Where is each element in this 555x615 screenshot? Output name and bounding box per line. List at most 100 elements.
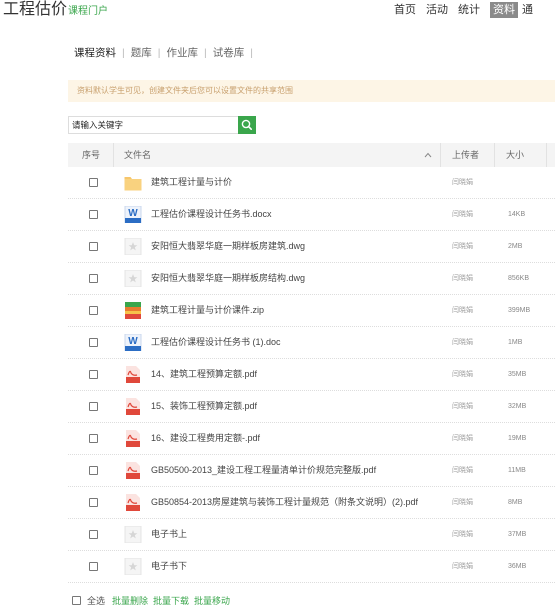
table-row[interactable]: 安阳恒大翡翠华庭一期样板房结构.dwg 闫晓娟 856KB xyxy=(68,263,555,295)
nav-more[interactable]: 通 xyxy=(522,2,533,18)
resource-tabs: 课程资料 | 题库 | 作业库 | 试卷库 | xyxy=(74,45,259,60)
row-checkbox[interactable] xyxy=(89,242,98,251)
tab-divider: | xyxy=(203,46,207,59)
zip-icon xyxy=(124,302,142,319)
tab-course-resources[interactable]: 课程资料 xyxy=(74,45,116,60)
file-name[interactable]: 安阳恒大翡翠华庭一期样板房建筑.dwg xyxy=(151,231,305,262)
svg-text:W: W xyxy=(128,336,138,347)
file-table: 序号 文件名 上传者 大小 建筑工程计量与计价 闫晓娟 W 工程估价课程设计任务书.d… xyxy=(68,143,555,583)
file-uploader: 闫晓娟 xyxy=(452,339,473,346)
star-file-icon xyxy=(124,525,142,544)
star-file-icon xyxy=(124,237,142,256)
file-uploader: 闫晓娟 xyxy=(452,563,473,570)
pdf-icon xyxy=(124,366,142,383)
svg-text:W: W xyxy=(128,208,138,219)
file-uploader: 闫晓娟 xyxy=(452,243,473,250)
table-row[interactable]: 建筑工程计量与计价课件.zip 闫晓娟 399MB xyxy=(68,295,555,327)
file-name[interactable]: 工程估价课程设计任务书 (1).doc xyxy=(151,327,281,358)
column-divider xyxy=(494,143,495,167)
file-size: 856KB xyxy=(508,275,530,282)
course-title-text: 工程估价 xyxy=(3,1,68,18)
row-checkbox[interactable] xyxy=(89,338,98,347)
header-filename[interactable]: 文件名 xyxy=(124,143,151,167)
pdf-icon xyxy=(124,494,142,511)
course-title[interactable]: 工程估价课程门户 xyxy=(3,0,108,22)
file-name[interactable]: 建筑工程计量与计价课件.zip xyxy=(151,295,264,326)
table-row[interactable]: 建筑工程计量与计价 闫晓娟 xyxy=(68,167,555,199)
header-index: 序号 xyxy=(82,150,101,160)
nav-activity[interactable]: 活动 xyxy=(426,2,448,18)
file-uploader: 闫晓娟 xyxy=(452,467,473,474)
file-name[interactable]: 电子书上 xyxy=(151,519,187,550)
search-bar xyxy=(68,116,256,134)
search-input[interactable] xyxy=(68,116,238,134)
table-row[interactable]: 安阳恒大翡翠华庭一期样板房建筑.dwg 闫晓娟 2MB xyxy=(68,231,555,263)
row-checkbox[interactable] xyxy=(89,434,98,443)
row-checkbox[interactable] xyxy=(89,210,98,219)
file-name[interactable]: 建筑工程计量与计价 xyxy=(151,167,232,198)
visibility-notice: 资料默认学生可见，创建文件夹后您可以设置文件的共享范围 xyxy=(68,80,555,102)
batch-actions-bar: 全选 批量删除 批量下载 批量移动 xyxy=(72,594,230,607)
row-checkbox[interactable] xyxy=(89,402,98,411)
nav-home[interactable]: 首页 xyxy=(394,2,416,18)
tab-question-bank[interactable]: 题库 xyxy=(131,45,152,60)
table-row[interactable]: 电子书下 闫晓娟 36MB xyxy=(68,551,555,583)
file-uploader: 闫晓娟 xyxy=(452,307,473,314)
table-row[interactable]: W 工程估价课程设计任务书.docx 闫晓娟 14KB xyxy=(68,199,555,231)
row-checkbox[interactable] xyxy=(89,274,98,283)
table-row[interactable]: GB50854-2013房屋建筑与装饰工程计量规范（附条文说明）(2).pdf 闫… xyxy=(68,487,555,519)
row-checkbox[interactable] xyxy=(89,370,98,379)
select-all-label: 全选 xyxy=(87,596,106,606)
row-checkbox[interactable] xyxy=(89,178,98,187)
file-name[interactable]: 16、建设工程费用定额-.pdf xyxy=(151,423,260,454)
tab-divider: | xyxy=(157,46,161,59)
file-name[interactable]: GB50854-2013房屋建筑与装饰工程计量规范（附条文说明）(2).pdf xyxy=(151,487,418,518)
file-name[interactable]: GB50500-2013_建设工程工程量清单计价规范完整版.pdf xyxy=(151,455,376,486)
file-size: 1MB xyxy=(508,339,523,346)
word-icon: W xyxy=(124,205,142,224)
select-all-checkbox[interactable] xyxy=(72,596,81,605)
file-uploader: 闫晓娟 xyxy=(452,435,473,442)
word-icon: W xyxy=(124,333,142,352)
table-row[interactable]: 14、建筑工程预算定额.pdf 闫晓娟 35MB xyxy=(68,359,555,391)
file-uploader: 闫晓娟 xyxy=(452,371,473,378)
nav-statistics[interactable]: 统计 xyxy=(458,2,480,18)
tab-exam-bank[interactable]: 试卷库 xyxy=(213,45,245,60)
table-row[interactable]: 电子书上 闫晓娟 37MB xyxy=(68,519,555,551)
row-checkbox[interactable] xyxy=(89,530,98,539)
table-row[interactable]: 15、装饰工程预算定额.pdf 闫晓娟 32MB xyxy=(68,391,555,423)
pdf-icon xyxy=(124,462,142,479)
table-row[interactable]: 16、建设工程费用定额-.pdf 闫晓娟 19MB xyxy=(68,423,555,455)
row-checkbox[interactable] xyxy=(89,466,98,475)
batch-move-link[interactable]: 批量移动 xyxy=(194,594,230,607)
file-name[interactable]: 15、装饰工程预算定额.pdf xyxy=(151,391,257,422)
file-uploader: 闫晓娟 xyxy=(452,531,473,538)
table-row[interactable]: GB50500-2013_建设工程工程量清单计价规范完整版.pdf 闫晓娟 11MB xyxy=(68,455,555,487)
star-file-icon xyxy=(124,557,142,576)
file-name[interactable]: 工程估价课程设计任务书.docx xyxy=(151,199,272,230)
tab-homework-bank[interactable]: 作业库 xyxy=(166,45,198,60)
sort-up-icon[interactable] xyxy=(423,143,433,167)
file-uploader: 闫晓娟 xyxy=(452,211,473,218)
row-checkbox[interactable] xyxy=(89,498,98,507)
file-uploader: 闫晓娟 xyxy=(452,403,473,410)
file-size: 37MB xyxy=(508,531,527,538)
file-name[interactable]: 安阳恒大翡翠华庭一期样板房结构.dwg xyxy=(151,263,305,294)
file-name[interactable]: 14、建筑工程预算定额.pdf xyxy=(151,359,257,390)
batch-delete-link[interactable]: 批量删除 xyxy=(112,594,148,607)
row-checkbox[interactable] xyxy=(89,306,98,315)
batch-download-link[interactable]: 批量下载 xyxy=(153,594,189,607)
file-size: 11MB xyxy=(508,467,526,474)
file-size: 36MB xyxy=(508,563,527,570)
file-size: 8MB xyxy=(508,499,523,506)
course-portal-label: 课程门户 xyxy=(68,6,109,17)
table-row[interactable]: W 工程估价课程设计任务书 (1).doc 闫晓娟 1MB xyxy=(68,327,555,359)
top-nav: 首页 活动 统计 资料 通 xyxy=(394,2,543,18)
nav-resources[interactable]: 资料 xyxy=(490,2,518,18)
column-divider xyxy=(440,143,441,167)
table-body: 建筑工程计量与计价 闫晓娟 W 工程估价课程设计任务书.docx 闫晓娟 14KB 安阳恒大… xyxy=(68,167,555,583)
file-name[interactable]: 电子书下 xyxy=(151,551,187,582)
row-checkbox[interactable] xyxy=(89,562,98,571)
column-divider xyxy=(113,143,114,167)
search-button[interactable] xyxy=(238,116,256,134)
